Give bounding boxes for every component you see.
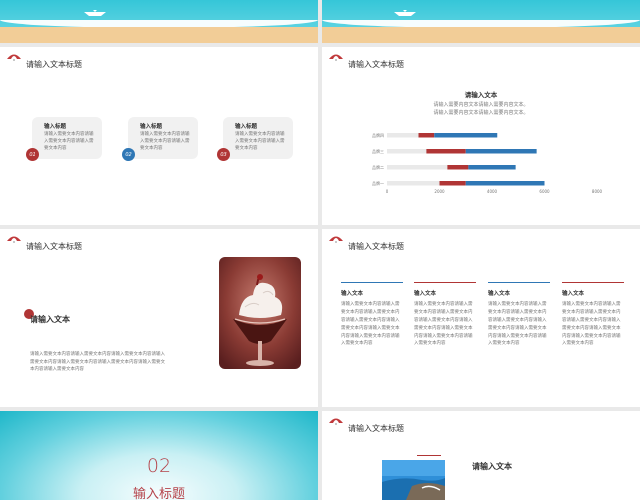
column-title: 输入文本 — [341, 291, 364, 297]
x-tick-label: 6000 — [539, 189, 550, 194]
slide-thumbnail-banner-left[interactable] — [0, 0, 318, 43]
accent-rule — [417, 455, 441, 456]
column-text: 请输入需要文本内容请输入需要文本内容请输入需要文本内容请输入需要文本内容请输入需… — [488, 302, 547, 347]
card-title: 输入标题 — [235, 124, 258, 130]
paper-boat-icon — [394, 10, 416, 16]
bar-segment — [418, 133, 435, 138]
bar-segment — [468, 165, 516, 170]
bar-segment — [434, 133, 498, 138]
slide-title: 请输入文本标题 — [348, 60, 404, 69]
info-card-3: 输入标题 请输入需要文本内容请输入需要文本内容请输入需要文本内容 — [223, 117, 293, 159]
category-label: 品牌三 — [372, 148, 384, 154]
section-heading: 请输入文本 — [30, 315, 70, 324]
slide-thumbnail-cards[interactable]: 请输入文本标题 输入标题 请输入需要文本内容请输入需要文本内容请输入需要文本内容… — [0, 47, 318, 225]
section-number: 02 — [146, 455, 172, 477]
bar-segment — [465, 181, 545, 186]
column-rule — [488, 282, 550, 283]
beach-photo — [382, 460, 445, 500]
bar-segment — [439, 181, 466, 186]
slide-title: 请输入文本标题 — [348, 424, 404, 433]
text-column-4: 输入文本 请输入需要文本内容请输入需要文本内容请输入需要文本内容请输入需要文本内… — [562, 282, 624, 348]
card-text: 请输入需要文本内容请输入需要文本内容请输入需要文本内容 — [44, 132, 94, 151]
category-label: 品牌一 — [372, 180, 384, 186]
bar-segment — [447, 165, 469, 170]
text-column-3: 输入文本 请输入需要文本内容请输入需要文本内容请输入需要文本内容请输入需要文本内… — [488, 282, 550, 348]
card-text: 请输入需要文本内容请输入需要文本内容请输入需要文本内容 — [140, 132, 190, 151]
text-column-1: 输入文本 请输入需要文本内容请输入需要文本内容请输入需要文本内容请输入需要文本内… — [341, 282, 403, 348]
x-tick-label: 8000 — [592, 189, 603, 194]
slide-thumbnail-beach-photo[interactable]: 请输入文本标题 请输入文本 — [322, 411, 640, 500]
section-body: 请输入需要文本内容请输入需要文本内容请输入需要文本内容请输入需要文本内容请输入需… — [30, 352, 165, 373]
slide-title: 请输入文本标题 — [26, 60, 82, 69]
bar-segment — [465, 149, 537, 154]
slide-title: 请输入文本标题 — [348, 242, 404, 251]
category-label: 品牌二 — [372, 164, 384, 170]
x-tick-label: 4000 — [487, 189, 498, 194]
info-card-2: 输入标题 请输入需要文本内容请输入需要文本内容请输入需要文本内容 — [128, 117, 198, 159]
text-column-2: 输入文本 请输入需要文本内容请输入需要文本内容请输入需要文本内容请输入需要文本内… — [414, 282, 476, 348]
bar-segment — [387, 133, 419, 138]
chart-subtitle: 请输入需要内容文本请输入需要内容文本。 — [433, 102, 529, 108]
x-tick-label: 2000 — [434, 189, 445, 194]
column-rule — [341, 282, 403, 283]
column-rule — [414, 282, 476, 283]
bar-segment — [387, 165, 448, 170]
column-rule — [562, 282, 624, 283]
column-text: 请输入需要文本内容请输入需要文本内容请输入需要文本内容请输入需要文本内容请输入需… — [562, 302, 621, 347]
bar-segment — [387, 181, 440, 186]
column-text: 请输入需要文本内容请输入需要文本内容请输入需要文本内容请输入需要文本内容请输入需… — [341, 302, 400, 347]
card-title: 输入标题 — [140, 124, 163, 130]
umbrella-icon — [329, 54, 343, 61]
umbrella-icon — [7, 236, 21, 243]
slide-thumbnail-section[interactable]: 02 输入标题 — [0, 411, 318, 500]
section-heading: 请输入文本 — [472, 462, 512, 471]
slide-thumbnail-columns[interactable]: 请输入文本标题 输入文本 请输入需要文本内容请输入需要文本内容请输入需要文本内容… — [322, 229, 640, 407]
slide-grid: 请输入文本标题 输入标题 请输入需要文本内容请输入需要文本内容请输入需要文本内容… — [0, 0, 640, 500]
category-label: 品牌四 — [372, 132, 384, 138]
chart-subtitle: 请输入需要内容文本请输入需要内容文本。 — [433, 110, 529, 116]
card-number-badge: 03 — [217, 148, 230, 161]
card-text: 请输入需要文本内容请输入需要文本内容请输入需要文本内容 — [235, 132, 285, 151]
stacked-bar-chart: 品牌一 品牌二 品牌三 品牌四 0 2000 4000 6000 8000 — [372, 132, 603, 194]
chart-title: 请输入文本 — [464, 91, 498, 99]
card-title: 输入标题 — [44, 124, 67, 130]
ice-cream-photo — [219, 257, 301, 369]
sand-area — [0, 27, 318, 43]
info-card-1: 输入标题 请输入需要文本内容请输入需要文本内容请输入需要文本内容 — [32, 117, 102, 159]
sand-area — [322, 27, 640, 43]
section-title: 输入标题 — [132, 487, 185, 500]
bar-segment — [387, 149, 427, 154]
column-title: 输入文本 — [488, 291, 511, 297]
slide-thumbnail-banner-right[interactable] — [322, 0, 640, 43]
column-text: 请输入需要文本内容请输入需要文本内容请输入需要文本内容请输入需要文本内容请输入需… — [414, 302, 473, 347]
paper-boat-icon — [84, 10, 106, 16]
slide-title: 请输入文本标题 — [26, 242, 82, 251]
bar-segment — [426, 149, 466, 154]
slide-thumbnail-photo-text[interactable]: 请输入文本标题 请输入文本 请输入需要文本内容请输入需要文本内容请输入需要文本内… — [0, 229, 318, 407]
umbrella-icon — [329, 418, 343, 425]
x-tick-label: 0 — [386, 189, 389, 194]
slide-thumbnail-chart[interactable]: 请输入文本标题 请输入文本 请输入需要内容文本请输入需要内容文本。 请输入需要内… — [322, 47, 640, 225]
umbrella-icon — [329, 236, 343, 243]
umbrella-icon — [7, 54, 21, 61]
column-title: 输入文本 — [562, 291, 585, 297]
card-number-badge: 02 — [122, 148, 135, 161]
card-number-badge: 01 — [26, 148, 39, 161]
column-title: 输入文本 — [414, 291, 437, 297]
